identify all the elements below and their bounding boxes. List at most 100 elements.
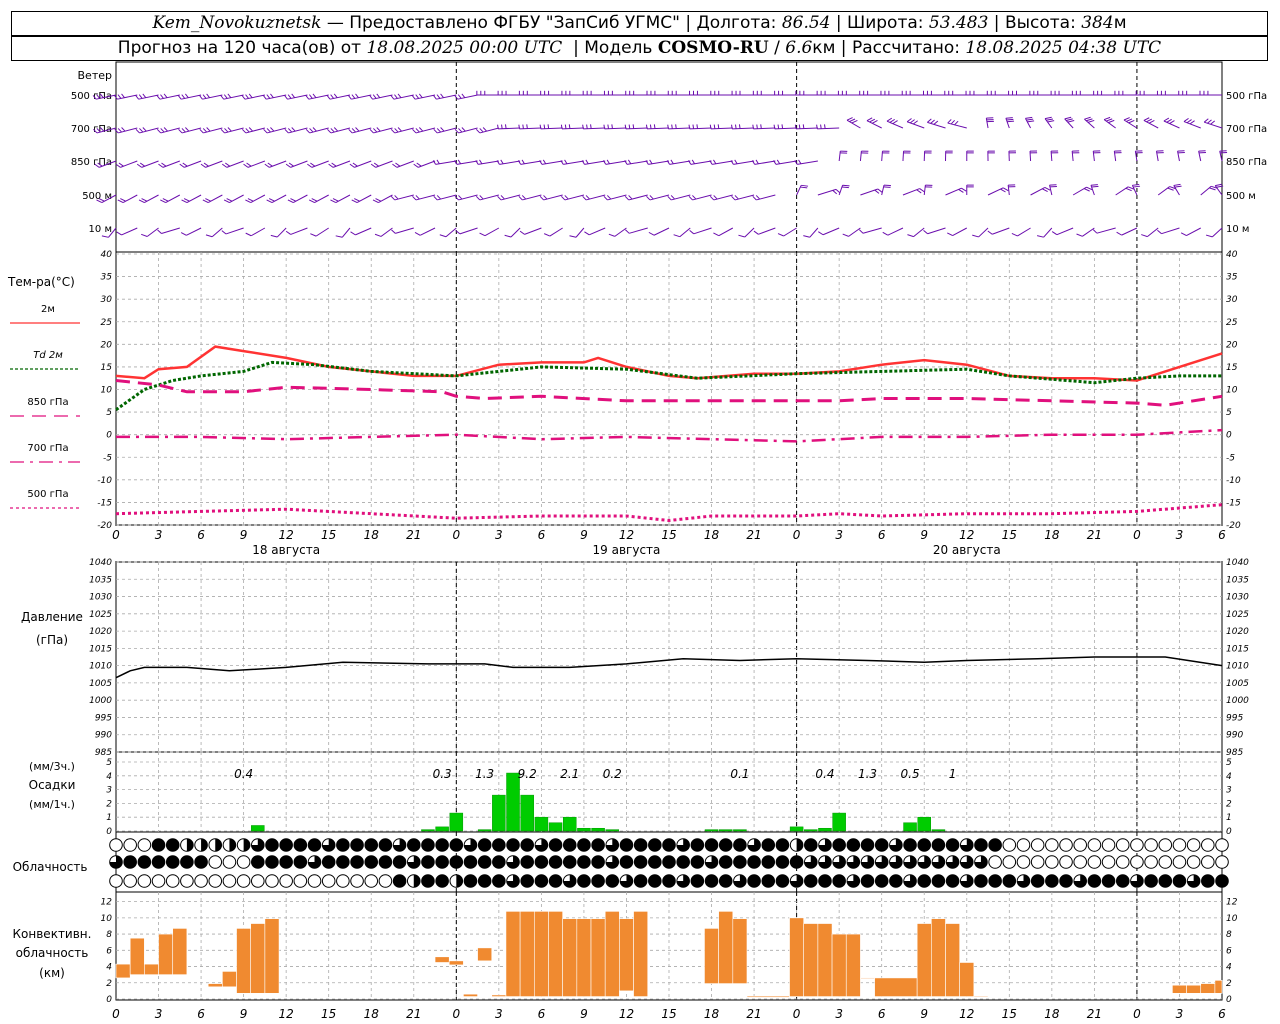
temp-ytick-left: 40 [101, 250, 113, 260]
temp-ytick-right: 25 [1226, 318, 1238, 328]
conv-cloud-bar [129, 937, 145, 975]
cloud-cover-symbol [279, 838, 293, 852]
cloud-cover-symbol [718, 838, 733, 852]
cloud-cover-symbol [293, 838, 308, 852]
cloud-cover-symbol [1115, 855, 1130, 869]
cloud-cover-symbol [633, 874, 648, 888]
conv-cloud-bar [732, 918, 748, 984]
wind-barb-feather [262, 95, 267, 100]
wind-barb-feather [310, 162, 316, 167]
wind-barb-feather [348, 128, 353, 134]
wind-barb-feather [624, 195, 630, 201]
conv-title-1: Конвективн. [13, 927, 92, 941]
wind-barb-feather [519, 230, 525, 235]
wind-barb-feather [221, 163, 228, 168]
wind-barb-staff [510, 227, 521, 238]
wind-barb-feather [1215, 183, 1222, 187]
wind-barb-feather [1086, 118, 1093, 122]
wind-barb-feather [569, 235, 577, 238]
cloud-cover-symbol [194, 855, 208, 869]
wind-barb-staff [992, 227, 1010, 235]
wind-barb-staff [1161, 227, 1180, 235]
wind-barb-feather [568, 124, 571, 129]
wind-barb-staff [458, 194, 478, 201]
conv-cloud-bar [434, 956, 450, 963]
cloud-cover-symbol [988, 855, 1002, 869]
wind-barb-staff [671, 194, 691, 201]
wind-barb-feather [1011, 233, 1018, 237]
cloud-cover-symbol [378, 855, 393, 869]
wind-barb-feather [376, 93, 381, 98]
wind-barb-feather [906, 118, 912, 123]
wind-barb-staff [479, 194, 499, 201]
wind-barb-staff [1056, 227, 1074, 236]
wind-barb-feather [162, 198, 169, 202]
cloud-cover-symbol [279, 874, 293, 888]
wind-barb-staff [744, 227, 755, 238]
conv-cloud-bar [250, 923, 266, 994]
wind-barb-feather [1146, 118, 1153, 123]
pressure-ytick-left: 1010 [89, 662, 112, 672]
wind-barb-feather [1025, 116, 1033, 119]
wind-barb-feather [794, 124, 797, 129]
wind-barb-feather [461, 93, 466, 98]
wind-barb-staff [713, 194, 733, 201]
hour-tick-label: 6 [197, 528, 205, 542]
cloud-cover-symbol [123, 855, 137, 869]
temp-ytick-left: 0 [106, 431, 112, 441]
wind-barb-feather [689, 230, 695, 235]
wind-barb-feather [312, 93, 317, 98]
cloud-cover-fill [186, 838, 194, 852]
wind-barb-feather [1064, 116, 1072, 120]
wind-barb-feather [141, 233, 148, 237]
pressure-ytick-right: 985 [1226, 748, 1243, 758]
wind-barb-feather [972, 234, 979, 238]
cloud-cover-symbol [477, 874, 492, 888]
wind-barb-feather [482, 127, 488, 132]
wind-barb-feather [264, 163, 270, 168]
cloud-cover-symbol [733, 855, 747, 869]
wind-barb-feather [892, 120, 898, 125]
precip-ytick-right: 1 [1226, 813, 1232, 823]
wind-barb-feather [504, 234, 512, 238]
wind-barb-staff [822, 227, 840, 236]
wind-barb-feather [800, 186, 808, 189]
wind-barb-feather [1076, 233, 1083, 237]
wind-barb-staff [846, 119, 861, 129]
wind-barb-feather [433, 95, 437, 100]
wind-barb-staff [710, 127, 733, 130]
cloud-cover-symbol [350, 874, 364, 888]
temp-legend-label: Td 2м [33, 350, 63, 361]
wind-barb-feather [439, 234, 447, 238]
precip-ytick-left: 0 [106, 827, 112, 837]
wind-barb-feather [1126, 118, 1133, 122]
conv-ytick-right: 12 [1226, 898, 1238, 908]
wind-barb-feather [1027, 120, 1035, 123]
conv-hour-tick-label: 6 [878, 1007, 886, 1021]
wind-barb-feather [369, 128, 374, 134]
wind-barb-feather [688, 195, 693, 201]
wind-barb-staff [575, 227, 585, 238]
conv-hour-tick-label: 18 [364, 1007, 380, 1021]
cloud-cover-symbol [1045, 838, 1059, 852]
hour-tick-label: 3 [155, 528, 163, 542]
cloud-title: Облачность [13, 860, 88, 874]
wind-barb-staff [653, 227, 670, 236]
wind-barb-staff [1186, 227, 1201, 236]
wind-level-label-left: 10 м [89, 224, 112, 235]
wind-barb-feather [205, 234, 213, 238]
wind-barb-feather [392, 163, 398, 168]
wind-barb-feather [649, 195, 654, 200]
cloud-cover-symbol [633, 838, 648, 852]
conv-cloud-bar [115, 963, 131, 979]
wind-barb-feather [907, 234, 914, 238]
cloud-cover-symbol [435, 855, 449, 869]
cloud-cover-symbol [137, 855, 152, 869]
wind-barb-feather [1092, 229, 1098, 234]
wind-barb-staff [484, 227, 500, 237]
cloud-cover-symbol [449, 855, 464, 869]
conv-cloud-bar [1200, 983, 1216, 994]
hour-tick-label: 6 [878, 528, 886, 542]
wind-barb-feather [121, 127, 126, 132]
conv-cloud-bar [619, 918, 634, 992]
